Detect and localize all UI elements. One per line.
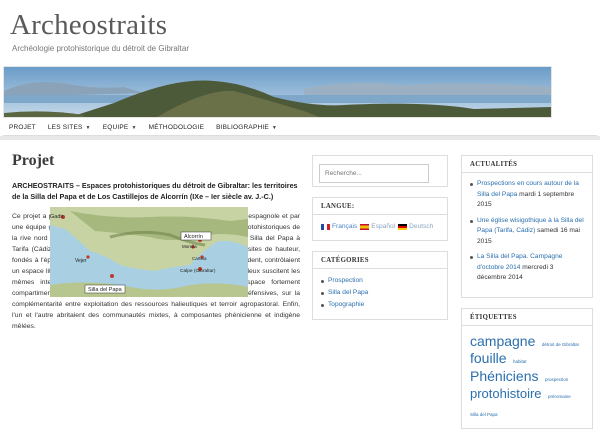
site-title[interactable]: Archeostraits (10, 9, 167, 42)
categories-widget: CATÉGORIES Prospection Silla del Papa To… (312, 251, 448, 320)
search-input[interactable] (319, 164, 429, 183)
tag-link[interactable]: fouille (470, 350, 507, 366)
news-widget-title: ACTUALITÉS (462, 156, 592, 173)
tag-link[interactable]: détroit de Gibraltar (542, 342, 579, 347)
language-widget-title: LANGUE: (313, 198, 447, 215)
nav-divider (0, 136, 600, 140)
nav-item-methodologie[interactable]: MÉTHODOLOGIE (143, 124, 211, 131)
nav-item-projet[interactable]: PROJET (3, 124, 42, 131)
tag-link[interactable]: préromaine (548, 394, 571, 399)
site-description: Archéologie protohistorique du détroit d… (12, 44, 189, 53)
tag-link[interactable]: campagne (470, 333, 535, 349)
language-link-de[interactable]: Deutsch (398, 221, 433, 232)
flag-fr-icon (321, 223, 330, 230)
strait-map-figure: Gadir Alcorrín Morella Vejer Carteia Cal… (50, 207, 248, 297)
language-widget: LANGUE: Français Español Deutsch (312, 197, 448, 241)
tag-link[interactable]: habitat (513, 359, 527, 364)
tag-cloud: campagne détroit de Gibraltar fouille ha… (462, 326, 592, 429)
search-widget (312, 155, 448, 187)
chevron-down-icon: ▼ (131, 124, 137, 131)
map-label-silla: Silla del Papa (88, 287, 123, 293)
news-item: Une église wisigothique à la Silla del P… (470, 216, 584, 248)
tag-link[interactable]: Phéniciens (470, 368, 539, 384)
tags-widget-title: ÉTIQUETTES (462, 309, 592, 326)
news-item: La Silla del Papa. Campagne d'octobre 20… (470, 252, 584, 284)
tag-link[interactable]: protohistoire (470, 386, 542, 401)
flag-es-icon (360, 223, 370, 230)
nav-item-les-sites[interactable]: LES SITES ▼ (42, 124, 97, 131)
map-label-gadir: Gadir (50, 214, 64, 220)
project-lead: ARCHEOSTRAITS – Espaces protohistoriques… (12, 181, 298, 201)
category-link-silla-del-papa[interactable]: Silla del Papa (321, 287, 439, 299)
language-link-fr[interactable]: Français (321, 221, 357, 232)
middle-sidebar: LANGUE: Français Español Deutsch CATÉGOR… (312, 155, 448, 330)
header-banner-image (3, 66, 552, 118)
category-link-topographie[interactable]: Topographie (321, 299, 439, 311)
tag-link[interactable]: prospection (545, 377, 568, 382)
map-label-carteia: Carteia (192, 256, 207, 261)
tag-link[interactable]: Silla del Papa (470, 412, 498, 417)
chevron-down-icon: ▼ (271, 124, 278, 131)
tags-widget: ÉTIQUETTES campagne détroit de Gibraltar… (461, 307, 593, 430)
nav-item-equipe[interactable]: EQUIPE ▼ (97, 124, 143, 131)
chevron-down-icon: ▼ (85, 124, 91, 131)
category-link-prospection[interactable]: Prospection (321, 275, 439, 287)
map-label-morella: Morella (182, 244, 197, 249)
nav-item-bibliographie[interactable]: BIBLIOGRAPHIE ▼ (210, 124, 283, 131)
page-title: Projet (12, 152, 55, 169)
map-label-calpe: Calpe (Gibraltar) (180, 268, 216, 274)
right-sidebar: ACTUALITÉS Prospections en cours autour … (461, 155, 593, 439)
site-header: Archeostraits Archéologie protohistoriqu… (0, 0, 600, 120)
news-item: Prospections en cours autour de la Silla… (470, 179, 584, 211)
map-label-alcorrin: Alcorrín (184, 234, 203, 240)
map-label-vejer: Vejer (75, 258, 87, 264)
news-widget: ACTUALITÉS Prospections en cours autour … (461, 155, 593, 298)
flag-de-icon (398, 223, 408, 230)
categories-widget-title: CATÉGORIES (313, 252, 447, 269)
main-nav: PROJET LES SITES ▼ EQUIPE ▼ MÉTHODOLOGIE B… (3, 120, 597, 136)
language-link-es[interactable]: Español (360, 221, 395, 232)
